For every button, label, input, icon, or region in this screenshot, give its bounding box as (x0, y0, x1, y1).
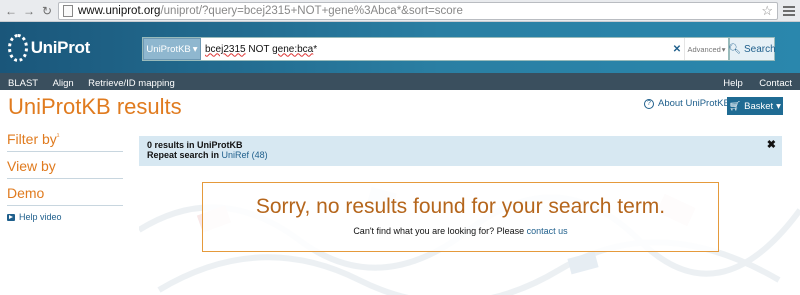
no-results-message: Can't find what you are looking for? Ple… (203, 226, 718, 236)
no-results-title: Sorry, no results found for your search … (255, 195, 666, 218)
query-operator: NOT (245, 43, 273, 55)
help-circle-icon: ? (644, 98, 654, 109)
chevron-down-icon: ▾ (776, 100, 781, 112)
view-by-label: View by (7, 158, 56, 174)
video-play-icon (7, 213, 15, 221)
page-title: UniProtKB results (8, 94, 182, 119)
bookmark-star-icon[interactable]: ☆ (761, 3, 773, 19)
uniref-link-label: UniRef (221, 150, 250, 160)
chevron-down-icon: ▾ (192, 43, 198, 55)
logo-text: UniProt (30, 38, 91, 57)
nav-contact[interactable]: Contact (759, 78, 792, 89)
about-uniprotkb-link[interactable]: ? About UniProtKB (644, 98, 730, 109)
site-header: UniProt UniProtKB ▾ bcej2315 NOT gene:bc… (0, 22, 800, 73)
browser-toolbar: ← → ↻ www.uniprot.org/uniprot/?query=bce… (0, 0, 800, 22)
chevron-down-icon: ▾ (721, 44, 726, 54)
main-nav: BLAST Align Retrieve/ID mapping Help Con… (0, 73, 800, 90)
sidebar-view-by[interactable]: View by (7, 158, 123, 179)
clear-search-icon[interactable]: ✕ (670, 38, 684, 60)
uniprot-logo[interactable]: UniProt (8, 30, 90, 66)
repeat-search-line: Repeat search in UniRef (48) (147, 150, 774, 160)
search-button[interactable]: 🔍︎ Search (728, 37, 776, 61)
nav-left: BLAST Align Retrieve/ID mapping (8, 73, 185, 91)
search-button-label: Search (744, 43, 776, 55)
filter-by-mark: ¹ (56, 131, 60, 141)
nav-retrieve-id-mapping[interactable]: Retrieve/ID mapping (88, 78, 175, 89)
search-input[interactable]: bcej2315 NOT gene:bca * (201, 38, 670, 60)
contact-us-link[interactable]: contact us (527, 226, 568, 236)
basket-icon: 🛒︎ (729, 100, 742, 112)
nav-help[interactable]: Help (723, 78, 743, 89)
help-video-label: Help video (19, 212, 62, 222)
nav-align[interactable]: Align (53, 78, 74, 89)
page-icon (63, 4, 73, 17)
search-box: UniProtKB ▾ bcej2315 NOT gene:bca * ✕ Adv… (142, 37, 729, 61)
reload-icon[interactable]: ↻ (40, 4, 54, 18)
sidebar-demo[interactable]: Demo (7, 185, 123, 206)
address-bar[interactable]: www.uniprot.org/uniprot/?query=bcej2315+… (58, 1, 778, 20)
url-host: www.uniprot.org (78, 4, 161, 17)
help-video-link[interactable]: Help video (7, 212, 62, 222)
query-term: bcej2315 (205, 43, 246, 55)
results-count: 0 results in UniProtKB (147, 140, 243, 150)
demo-label: Demo (7, 185, 45, 201)
browser-menu-icon[interactable] (782, 5, 796, 16)
sidebar-filter-by[interactable]: Filter by¹ (7, 131, 123, 152)
back-arrow-icon[interactable]: ← (4, 4, 18, 18)
no-results-box: Sorry, no results found for your search … (202, 182, 719, 252)
query-suffix: * (313, 43, 318, 55)
advanced-label: Advanced (687, 44, 721, 54)
url-path: /uniprot/?query=bcej2315+NOT+gene%3Abca*… (160, 4, 463, 17)
filter-by-label: Filter by (7, 131, 57, 147)
nav-right: Help Contact (711, 73, 792, 91)
close-icon[interactable]: ✖ (767, 138, 776, 151)
query-gene: gene:bca (272, 43, 314, 55)
search-icon: 🔍︎ (728, 43, 742, 55)
about-label: About UniProtKB (658, 98, 730, 109)
database-select-label: UniProtKB (146, 43, 191, 55)
logo-mark-icon (8, 34, 28, 62)
no-results-prefix: Can't find what you are looking for? Ple… (353, 226, 525, 236)
uniref-link[interactable]: UniRef (48) (222, 150, 268, 160)
database-select[interactable]: UniProtKB ▾ (143, 38, 201, 60)
uniref-count: (48) (251, 150, 268, 160)
basket-label: Basket (744, 100, 774, 112)
advanced-search-button[interactable]: Advanced ▾ (684, 38, 728, 60)
repeat-search-label: Repeat search in (147, 150, 220, 160)
forward-arrow-icon[interactable]: → (22, 4, 36, 18)
results-info-box: 0 results in UniProtKB Repeat search in … (139, 136, 782, 166)
basket-button[interactable]: 🛒︎ Basket ▾ (727, 97, 783, 115)
nav-blast[interactable]: BLAST (8, 78, 38, 89)
